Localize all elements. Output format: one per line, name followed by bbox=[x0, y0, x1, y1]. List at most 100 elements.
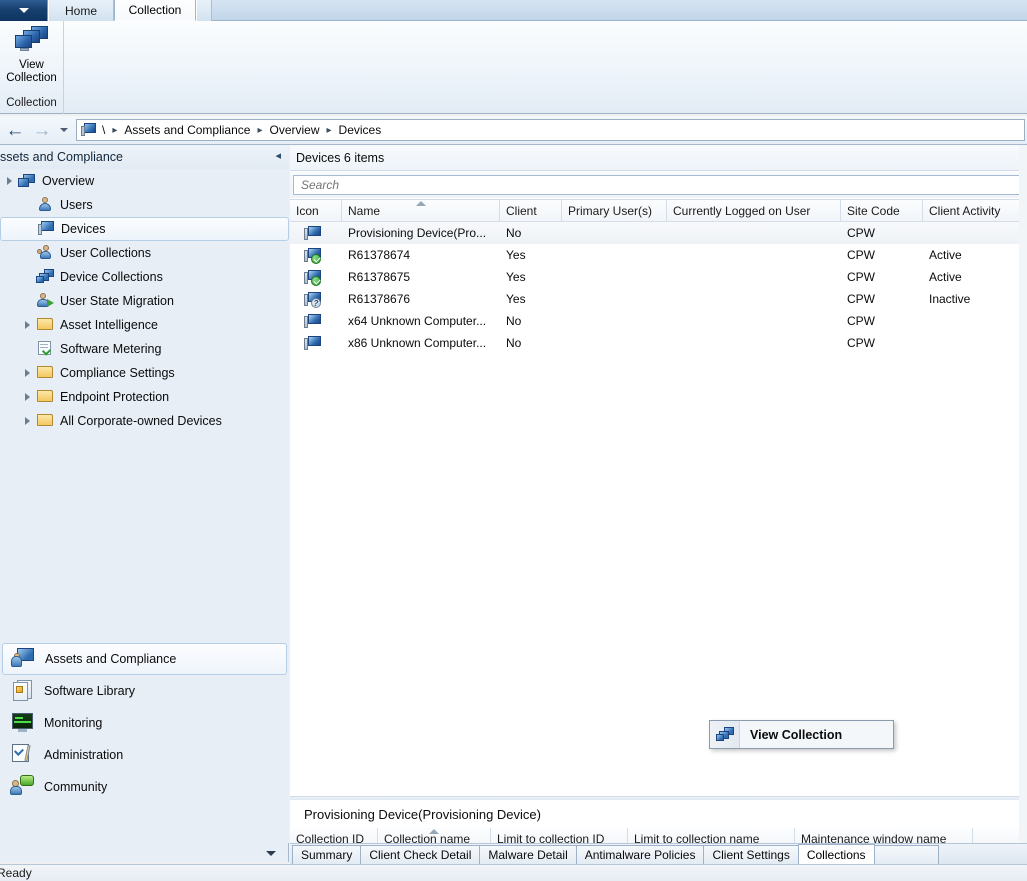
devices-column-header[interactable]: Primary User(s) bbox=[562, 200, 667, 222]
devices-table-row[interactable]: Provisioning Device(Pro...NoCPW bbox=[290, 222, 1027, 244]
sidebar-item-compliance-settings[interactable]: Compliance Settings bbox=[0, 361, 289, 385]
devices-table-row[interactable]: x64 Unknown Computer...NoCPW bbox=[290, 310, 1027, 332]
ribbon-tab-label: Home bbox=[65, 4, 97, 18]
expander-triangle-icon[interactable] bbox=[18, 385, 36, 409]
detail-pane-splitter[interactable] bbox=[290, 796, 1027, 800]
devices-column-header[interactable]: Icon bbox=[290, 200, 342, 222]
devices-cell: R61378676 bbox=[342, 288, 500, 310]
workspace-administration[interactable]: Administration bbox=[2, 739, 287, 771]
sidebar-item-users[interactable]: Users bbox=[0, 193, 289, 217]
devices-cell: CPW bbox=[841, 332, 923, 354]
device-icon bbox=[304, 336, 322, 351]
expander-triangle-icon[interactable] bbox=[18, 361, 36, 385]
ribbon-group-title: Collection bbox=[0, 95, 64, 111]
forward-button[interactable]: → bbox=[30, 118, 54, 142]
devices-cell: R61378675 bbox=[342, 266, 500, 288]
devices-cell: Active bbox=[923, 244, 1027, 266]
devices-cell: CPW bbox=[841, 222, 923, 244]
devices-cell bbox=[667, 310, 841, 332]
devices-cell bbox=[562, 332, 667, 354]
folder-icon bbox=[36, 388, 54, 406]
expander-triangle-icon[interactable] bbox=[0, 169, 18, 193]
breadcrumb[interactable]: \ ▸ Assets and Compliance ▸ Overview ▸ D… bbox=[76, 119, 1025, 141]
workspace-assets-and-compliance[interactable]: Assets and Compliance bbox=[2, 643, 287, 675]
workspace-overflow-button[interactable] bbox=[264, 846, 278, 860]
workspace-community[interactable]: Community bbox=[2, 771, 287, 803]
devices-table-row[interactable]: R61378675YesCPWActive bbox=[290, 266, 1027, 288]
ribbon-tab-label: Collection bbox=[129, 3, 182, 17]
devices-cell: Yes bbox=[500, 288, 562, 310]
devices-cell: Yes bbox=[500, 266, 562, 288]
sidebar-item-device-collections[interactable]: Device Collections bbox=[0, 265, 289, 289]
view-collection-ribbon-button[interactable]: View Collection bbox=[0, 21, 64, 95]
expander-triangle-icon[interactable] bbox=[18, 313, 36, 337]
workspace-list: Assets and ComplianceSoftware Library Mon… bbox=[0, 643, 289, 843]
navigation-tree: OverviewUsersDevices User Collections Devi… bbox=[0, 169, 289, 669]
devices-cell: No bbox=[500, 310, 562, 332]
devices-cell bbox=[667, 222, 841, 244]
content-header: Devices 6 items bbox=[290, 145, 1027, 171]
workspace-label: Monitoring bbox=[44, 716, 102, 730]
view-collection-label-line1: View bbox=[6, 59, 57, 72]
tab-malware-detail[interactable]: Malware Detail bbox=[479, 845, 576, 864]
search-box[interactable] bbox=[293, 175, 1024, 195]
chevron-left-icon[interactable]: ◂ bbox=[275, 150, 281, 162]
view-collection-label-line2: Collection bbox=[6, 72, 57, 85]
sidebar-item-devices[interactable]: Devices bbox=[0, 217, 289, 241]
tab-label: Summary bbox=[301, 848, 352, 862]
device-collections-icon bbox=[36, 268, 54, 286]
arrow-left-icon: ← bbox=[6, 121, 25, 140]
community-icon bbox=[10, 775, 36, 799]
sidebar-item-user-state-migration[interactable]: User State Migration bbox=[0, 289, 289, 313]
breadcrumb-item-assets-and-compliance[interactable]: Assets and Compliance bbox=[124, 123, 250, 137]
devices-column-header-label: Icon bbox=[296, 204, 319, 218]
devices-column-header-row: Icon NameClientPrimary User(s) Currently L… bbox=[290, 200, 1027, 222]
devices-column-header-label: Site Code bbox=[847, 204, 900, 218]
sidebar-item-all-corporate-owned-devices[interactable]: All Corporate-owned Devices bbox=[0, 409, 289, 433]
devices-column-header[interactable]: Client Activity bbox=[923, 200, 1027, 222]
device-unknown-icon: ? bbox=[304, 292, 322, 307]
tab-label: Malware Detail bbox=[488, 848, 567, 862]
collections-icon bbox=[716, 727, 734, 742]
tab-summary[interactable]: Summary bbox=[292, 845, 361, 864]
workspace-software-library[interactable]: Software Library bbox=[2, 675, 287, 707]
tab-client-check-detail[interactable]: Client Check Detail bbox=[360, 845, 480, 864]
devices-table-row[interactable]: R61378674YesCPWActive bbox=[290, 244, 1027, 266]
devices-table-row[interactable]: x86 Unknown Computer...NoCPW bbox=[290, 332, 1027, 354]
context-menu-item-view-collection[interactable]: View Collection bbox=[750, 728, 842, 742]
sort-ascending-icon bbox=[429, 829, 439, 834]
tab-client-settings[interactable]: Client Settings bbox=[703, 845, 798, 864]
devices-column-header[interactable]: Site Code bbox=[841, 200, 923, 222]
breadcrumb-item-overview[interactable]: Overview bbox=[269, 123, 319, 137]
sidebar-item-asset-intelligence[interactable]: Asset Intelligence bbox=[0, 313, 289, 337]
devices-cell bbox=[667, 244, 841, 266]
tab-antimalware-policies[interactable]: Antimalware Policies bbox=[576, 845, 705, 864]
chevron-right-icon: ▸ bbox=[257, 125, 262, 136]
user-migration-icon bbox=[36, 292, 54, 310]
ribbon-tab-home[interactable]: Home bbox=[48, 0, 114, 21]
breadcrumb-item-devices[interactable]: Devices bbox=[339, 123, 382, 137]
sidebar-item-user-collections[interactable]: User Collections bbox=[0, 241, 289, 265]
ribbon-tab-collection[interactable]: Collection bbox=[114, 0, 196, 21]
content-header-title: Devices 6 items bbox=[296, 151, 384, 165]
search-input[interactable] bbox=[299, 177, 1023, 193]
devices-column-header[interactable]: Name bbox=[342, 200, 500, 222]
sidebar-item-software-metering[interactable]: Software Metering bbox=[0, 337, 289, 361]
sidebar-item-label: Compliance Settings bbox=[60, 366, 175, 380]
tab-collections[interactable]: Collections bbox=[798, 844, 875, 864]
workspace-monitoring[interactable]: Monitoring bbox=[2, 707, 287, 739]
application-menu-button[interactable] bbox=[0, 0, 48, 21]
expander-triangle-icon[interactable] bbox=[18, 409, 36, 433]
devices-column-header-label: Currently Logged on User bbox=[673, 204, 810, 218]
sidebar-item-endpoint-protection[interactable]: Endpoint Protection bbox=[0, 385, 289, 409]
devices-cell: R61378674 bbox=[342, 244, 500, 266]
sidebar-item-label: All Corporate-owned Devices bbox=[60, 414, 222, 428]
sidebar-item-overview[interactable]: Overview bbox=[0, 169, 289, 193]
back-button[interactable]: ← bbox=[3, 118, 27, 142]
devices-table-row[interactable]: ?R61378676YesCPWInactive bbox=[290, 288, 1027, 310]
recent-locations-button[interactable] bbox=[55, 118, 72, 142]
ribbon-group-collection: View Collection Collection bbox=[0, 21, 64, 114]
devices-column-header[interactable]: Currently Logged on User bbox=[667, 200, 841, 222]
sidebar-item-label: User Collections bbox=[60, 246, 151, 260]
devices-column-header[interactable]: Client bbox=[500, 200, 562, 222]
